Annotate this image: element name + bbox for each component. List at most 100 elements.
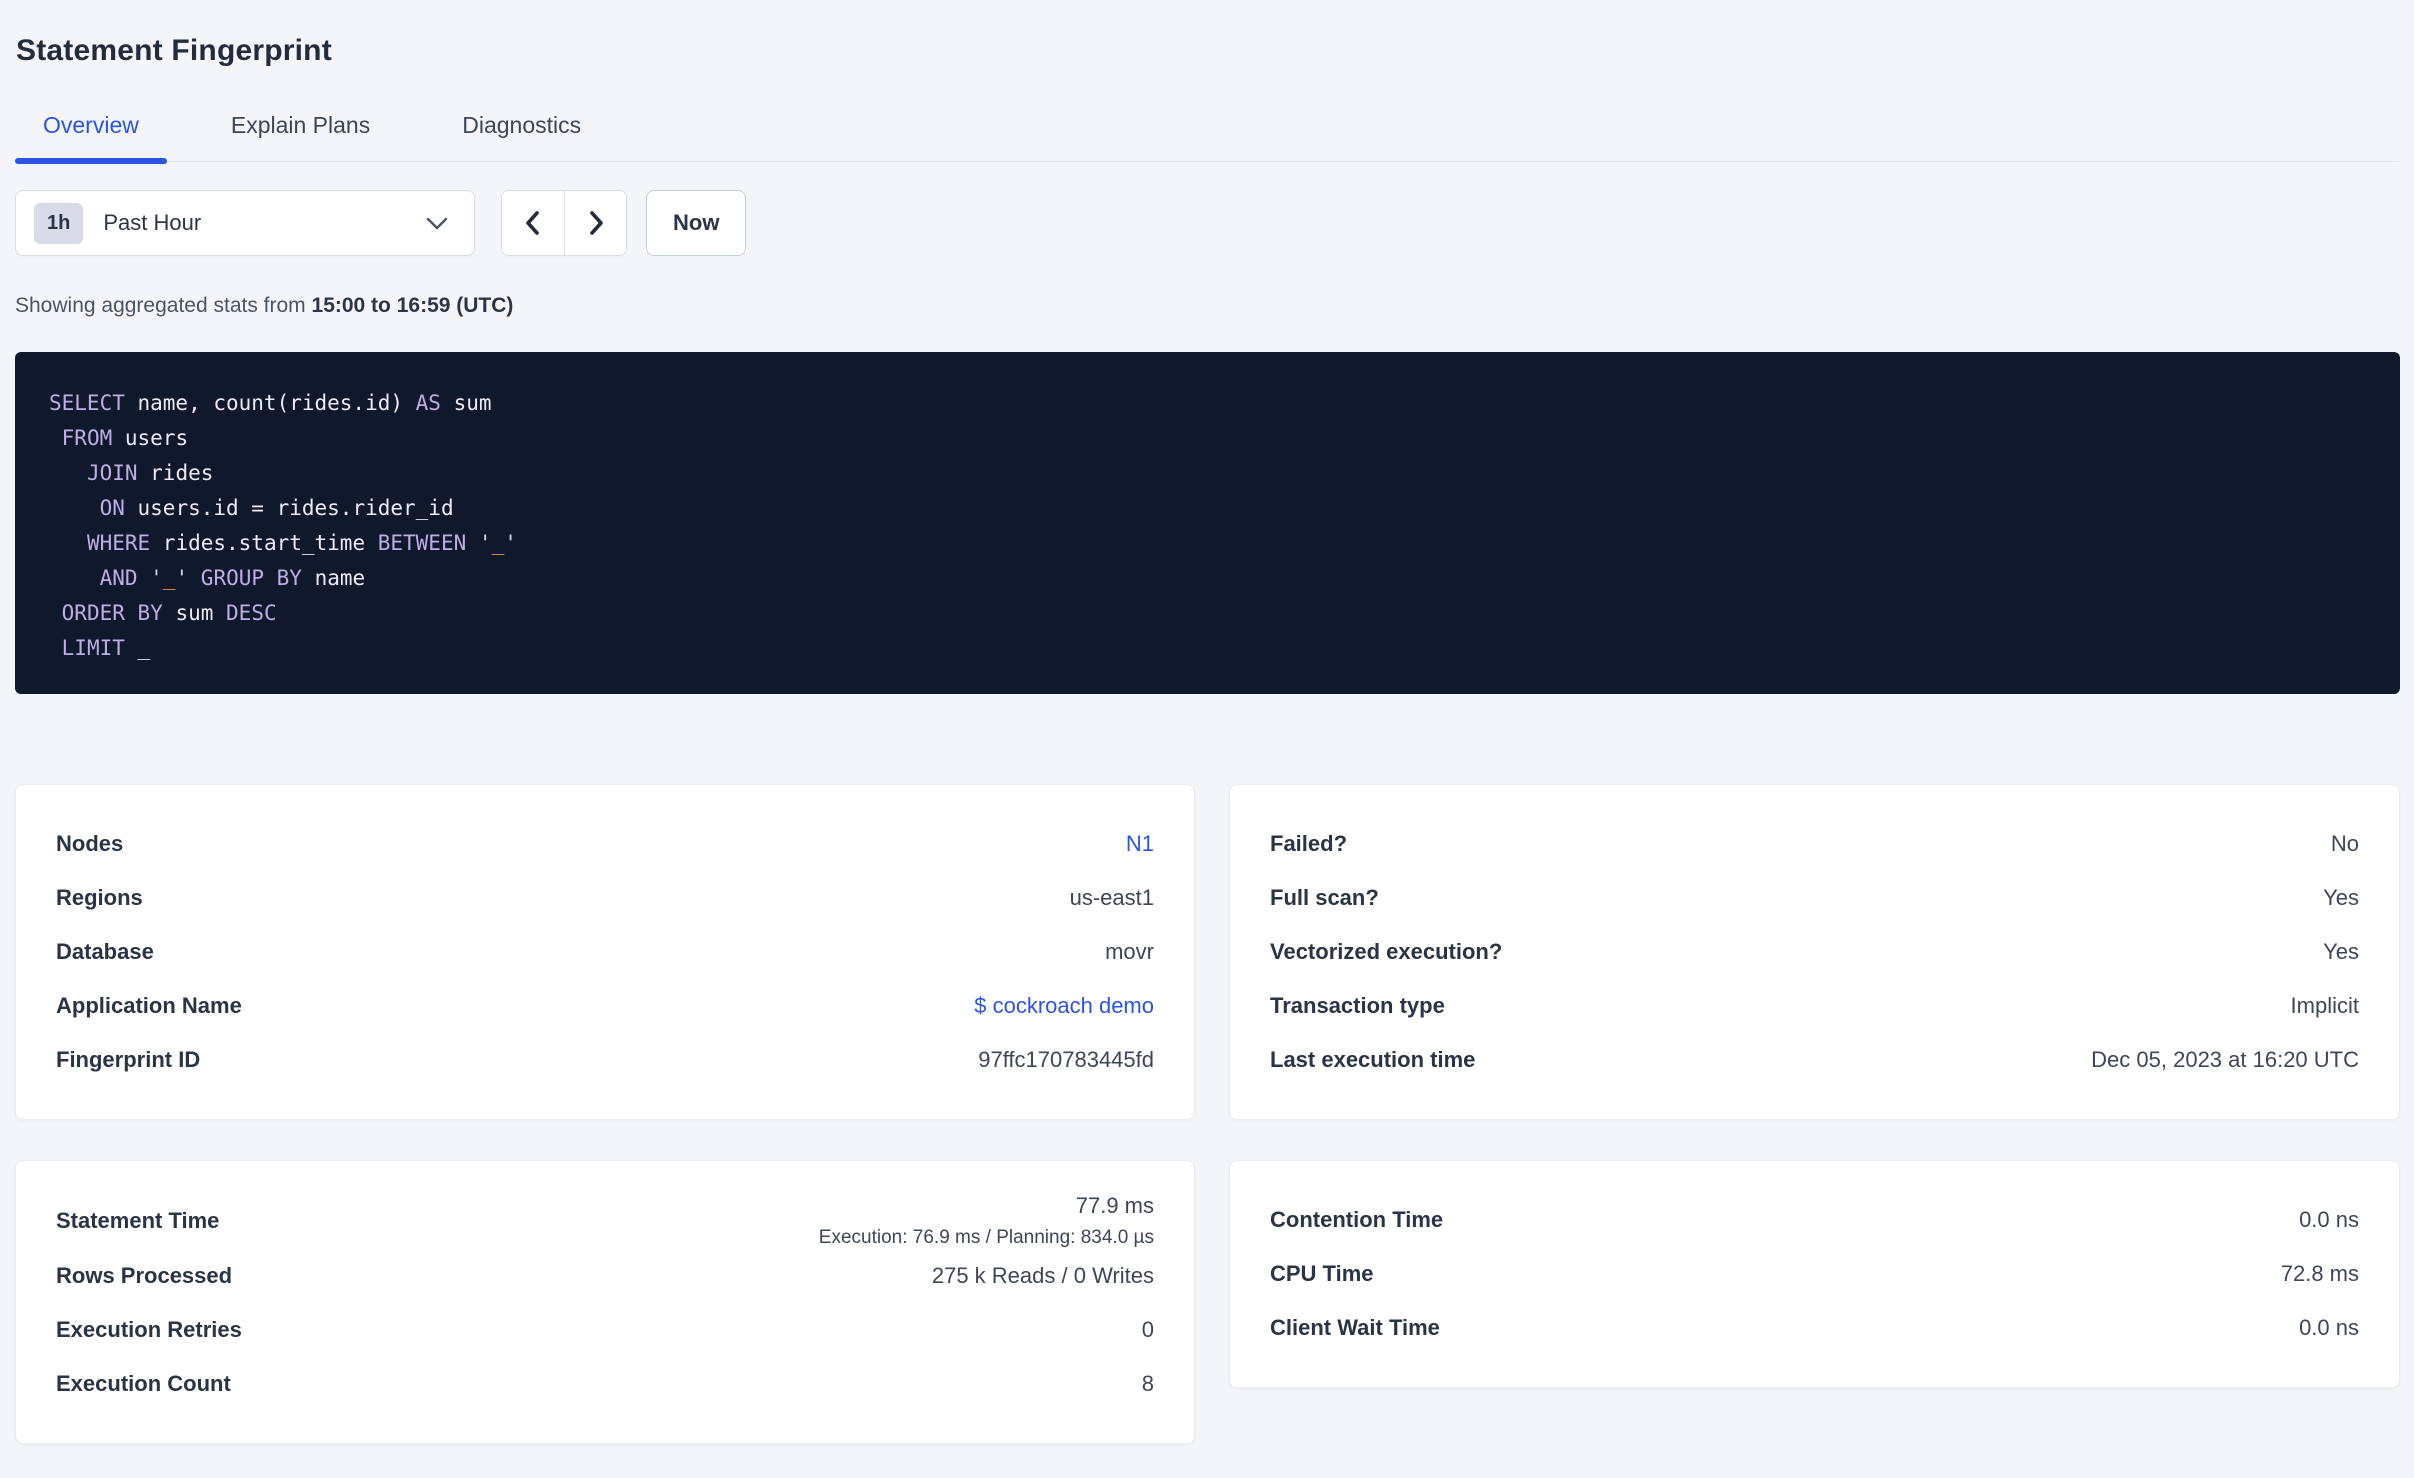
row-label: Full scan? — [1270, 885, 1379, 910]
row-label: CPU Time — [1270, 1261, 1374, 1286]
row-subvalue: Execution: 76.9 ms / Planning: 834.0 µs — [818, 1227, 1154, 1248]
card-resource-times: Contention Time 0.0 ns CPU Time 72.8 ms Clie… — [1229, 1160, 2400, 1388]
row-value: us-east1 — [1069, 885, 1154, 910]
statement-fingerprint-page: Statement Fingerprint Overview Explain Pl… — [0, 0, 2414, 1478]
row-value: 0 — [1141, 1317, 1154, 1342]
time-controls: 1h Past Hour Now — [15, 190, 2399, 256]
row-value-wrap: 275 k Reads / 0 Writes — [932, 1263, 1154, 1289]
row-value-wrap: $ cockroach demo — [974, 993, 1154, 1019]
row-value-wrap: 97ffc170783445fd — [978, 1047, 1154, 1073]
row-value: 275 k Reads / 0 Writes — [931, 1263, 1154, 1288]
row-value: 0.0 ns — [2299, 1315, 2359, 1340]
row-value: 0.0 ns — [2299, 1207, 2359, 1232]
row-value: Implicit — [2290, 993, 2359, 1018]
row-label: Application Name — [56, 993, 242, 1018]
card-statement-times: Statement Time 77.9 ms Execution: 76.9 ms … — [15, 1160, 1195, 1444]
row-value: No — [2330, 831, 2359, 856]
row-value-wrap: Yes — [2323, 939, 2359, 965]
chevron-right-icon — [589, 211, 603, 235]
sql-line: ORDER BY sum DESC — [61, 601, 277, 625]
aggregation-summary-prefix: Showing aggregated stats from — [15, 294, 312, 317]
chevron-down-icon — [426, 217, 448, 229]
row-value-link[interactable]: N1 — [1126, 831, 1154, 857]
row-label: Rows Processed — [56, 1263, 233, 1288]
row-fingerprint-id: Fingerprint ID 97ffc170783445fd — [56, 1033, 1154, 1087]
row-label: Contention Time — [1270, 1207, 1444, 1232]
row-last-execution-time: Last execution time Dec 05, 2023 at 16:20… — [1270, 1033, 2359, 1087]
page-title: Statement Fingerprint — [16, 34, 332, 67]
row-full-scan: Full scan? Yes — [1270, 871, 2359, 925]
tab-diagnostics[interactable]: Diagnostics — [434, 112, 609, 161]
row-value-wrap: No — [2331, 831, 2359, 857]
row-transaction-type: Transaction type Implicit — [1270, 979, 2359, 1033]
row-label: Fingerprint ID — [56, 1047, 201, 1072]
sql-line: ON users.id = rides.rider_id — [99, 496, 454, 520]
row-value: 72.8 ms — [2280, 1261, 2359, 1286]
sql-line: AND '_' GROUP BY name — [99, 566, 366, 590]
sql-line: LIMIT _ — [61, 636, 151, 660]
row-label: Database — [56, 939, 154, 964]
sql-line: SELECT name, count(rides.id) AS sum — [49, 391, 492, 415]
next-time-button[interactable] — [564, 191, 626, 255]
time-interval-dropdown[interactable]: 1h Past Hour — [15, 190, 475, 256]
row-value-wrap: 0 — [1142, 1317, 1154, 1343]
row-vectorized-execution: Vectorized execution? Yes — [1270, 925, 2359, 979]
aggregation-summary: Showing aggregated stats from 15:00 to 1… — [15, 294, 2399, 318]
sql-line: WHERE rides.start_time BETWEEN '_' — [86, 531, 517, 555]
row-value-wrap: 0.0 ns — [2299, 1315, 2359, 1341]
row-failed: Failed? No — [1270, 817, 2359, 871]
row-label: Failed? — [1270, 831, 1348, 856]
row-value-wrap: 0.0 ns — [2299, 1207, 2359, 1233]
row-label: Regions — [56, 885, 143, 910]
row-value-wrap: N1 — [1126, 831, 1154, 857]
now-button[interactable]: Now — [646, 190, 747, 256]
row-value-wrap: Yes — [2323, 885, 2359, 911]
time-nav-group — [501, 190, 627, 256]
row-execution-retries: Execution Retries 0 — [56, 1303, 1154, 1357]
row-client-wait-time: Client Wait Time 0.0 ns — [1270, 1301, 2359, 1355]
time-interval-badge: 1h — [34, 202, 84, 244]
sql-line: FROM users — [61, 426, 189, 450]
row-label: Statement Time — [56, 1208, 220, 1233]
row-value: 97ffc170783445fd — [978, 1047, 1154, 1072]
tab-overview[interactable]: Overview — [15, 112, 167, 164]
row-value-wrap: us-east1 — [1070, 885, 1154, 911]
row-label: Transaction type — [1270, 993, 1445, 1018]
row-execution-count: Execution Count 8 — [56, 1357, 1154, 1411]
row-value-wrap: Dec 05, 2023 at 16:20 UTC — [2091, 1047, 2359, 1073]
aggregation-summary-range: 15:00 to 16:59 (UTC) — [311, 294, 514, 317]
row-value: Dec 05, 2023 at 16:20 UTC — [2091, 1047, 2359, 1072]
row-regions: Regions us-east1 — [56, 871, 1154, 925]
row-label: Client Wait Time — [1270, 1315, 1440, 1340]
row-label: Execution Count — [56, 1371, 231, 1396]
row-value-wrap: 8 — [1142, 1371, 1154, 1397]
row-cpu-time: CPU Time 72.8 ms — [1270, 1247, 2359, 1301]
row-nodes: Nodes N1 — [56, 817, 1154, 871]
card-metadata: Nodes N1 Regions us-east1 Database movr Applic… — [15, 784, 1195, 1120]
row-value-wrap: movr — [1105, 939, 1154, 965]
row-rows-processed: Rows Processed 275 k Reads / 0 Writes — [56, 1249, 1154, 1303]
row-value: Yes — [2323, 885, 2359, 910]
row-database: Database movr — [56, 925, 1154, 979]
row-contention-time: Contention Time 0.0 ns — [1270, 1193, 2359, 1247]
row-label: Execution Retries — [56, 1317, 242, 1342]
chevron-left-icon — [526, 211, 539, 235]
row-value: movr — [1105, 939, 1154, 964]
row-value-wrap: 77.9 ms Execution: 76.9 ms / Planning: 83… — [819, 1193, 1154, 1249]
row-application-name: Application Name $ cockroach demo — [56, 979, 1154, 1033]
row-value: 77.9 ms — [1075, 1193, 1154, 1218]
row-statement-time: Statement Time 77.9 ms Execution: 76.9 ms … — [56, 1193, 1154, 1249]
sql-statement-box: SELECT name, count(rides.id) AS sum FROM… — [15, 352, 2400, 694]
row-value-link[interactable]: $ cockroach demo — [974, 993, 1154, 1019]
time-interval-label: Past Hour — [103, 210, 202, 235]
stats-cards: Nodes N1 Regions us-east1 Database movr Applic… — [15, 784, 2400, 1444]
prev-time-button[interactable] — [502, 191, 564, 255]
tabs: Overview Explain Plans Diagnostics — [15, 112, 2399, 164]
row-value: 8 — [1141, 1371, 1154, 1396]
row-value-wrap: Implicit — [2291, 993, 2359, 1019]
row-label: Vectorized execution? — [1270, 939, 1503, 964]
row-label: Last execution time — [1270, 1047, 1476, 1072]
row-label: Nodes — [56, 831, 124, 856]
tab-explain-plans[interactable]: Explain Plans — [203, 112, 398, 161]
card-execution-attributes: Failed? No Full scan? Yes Vectorized executi… — [1229, 784, 2400, 1120]
